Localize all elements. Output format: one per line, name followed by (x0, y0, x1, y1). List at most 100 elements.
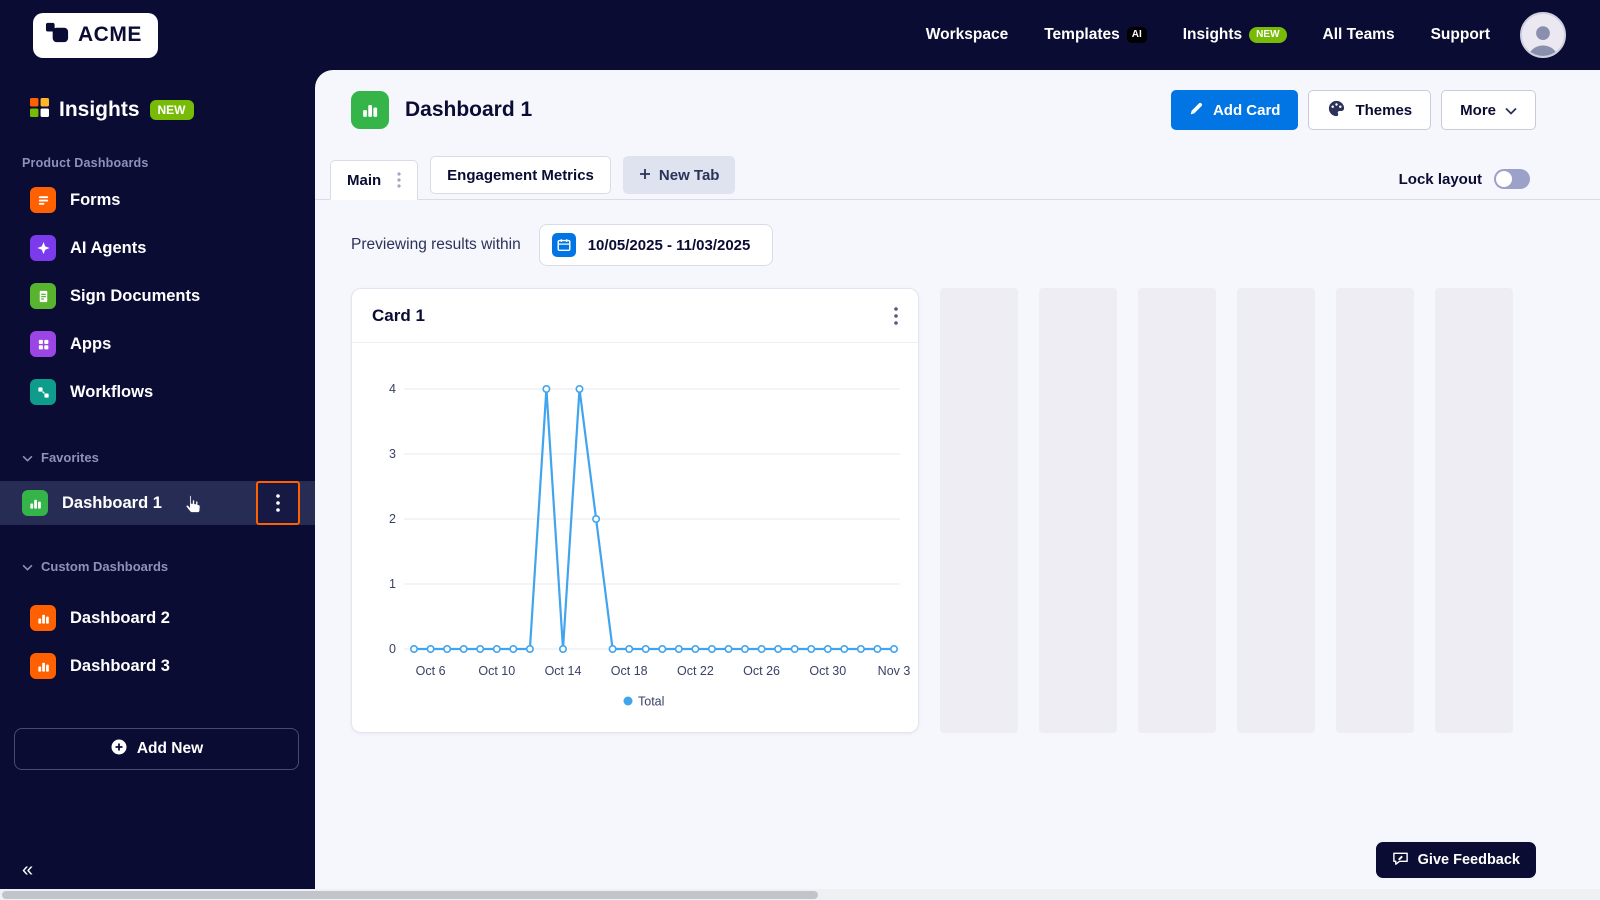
sidebar-app-title: Insights (59, 98, 140, 121)
horizontal-scrollbar-thumb[interactable] (2, 890, 818, 899)
cursor-pointer (182, 493, 203, 521)
main-panel: Dashboard 1 Add Card Themes More Main En… (315, 70, 1600, 900)
sidebar-item-dashboard-3[interactable]: Dashboard 3 (0, 642, 315, 690)
new-tab-button[interactable]: New Tab (622, 156, 736, 194)
dashboard-icon (351, 91, 389, 129)
svg-text:Oct 6: Oct 6 (416, 664, 446, 678)
new-badge: NEW (1249, 27, 1287, 43)
line-chart: 0 1 2 3 4 Oct 6 Oct 10 Oct 14 Oct 18 Oct 22 Oct 26… (352, 343, 918, 732)
lock-layout-label: Lock layout (1398, 170, 1482, 188)
user-avatar[interactable] (1520, 12, 1566, 58)
tab-engagement-metrics[interactable]: Engagement Metrics (430, 156, 611, 194)
svg-text:Oct 26: Oct 26 (743, 664, 780, 678)
logo-text: ACME (78, 23, 142, 46)
insights-logo-icon (30, 98, 49, 122)
add-new-button[interactable]: Add New (14, 728, 299, 770)
svg-text:Oct 14: Oct 14 (545, 664, 582, 678)
header-actions: Add Card Themes More (1170, 90, 1536, 130)
dashboard-grid: Card 1 0 1 2 3 4 Oct 6 Oct 10 Oct 14 Oct 18 Oct 2… (351, 288, 1536, 733)
sign-documents-icon (30, 283, 56, 309)
calendar-icon (551, 233, 576, 257)
nav-workspace[interactable]: Workspace (926, 26, 1008, 44)
sidebar-new-badge: NEW (149, 100, 194, 120)
svg-text:Oct 18: Oct 18 (611, 664, 648, 678)
preview-label: Previewing results within (351, 236, 521, 253)
tab-main[interactable]: Main (330, 160, 419, 200)
sidebar-item-ai-agents[interactable]: AI Agents (0, 224, 315, 272)
forms-icon (30, 187, 56, 213)
pen-icon (1189, 101, 1204, 120)
sidebar-item-apps[interactable]: Apps (0, 320, 315, 368)
date-range-picker[interactable]: 10/05/2025 - 11/03/2025 (538, 224, 774, 266)
dashboard-1-icon (22, 490, 48, 516)
svg-text:Oct 22: Oct 22 (677, 664, 714, 678)
plus-icon (639, 167, 651, 184)
dashboard-1-menu-button[interactable] (256, 481, 300, 525)
card-title: Card 1 (372, 305, 425, 325)
sidebar-item-dashboard-2[interactable]: Dashboard 2 (0, 594, 315, 642)
chevron-down-icon (22, 450, 33, 465)
svg-text:Total: Total (638, 695, 664, 709)
nav-templates[interactable]: Templates AI (1044, 26, 1147, 44)
nav-support[interactable]: Support (1431, 26, 1490, 44)
svg-text:Oct 30: Oct 30 (809, 664, 846, 678)
favorites-header[interactable]: Favorites (22, 450, 315, 465)
preview-row: Previewing results within 10/05/2025 - 1… (315, 200, 1600, 266)
give-feedback-button[interactable]: Give Feedback (1375, 842, 1536, 878)
apps-icon (30, 331, 56, 357)
chevron-down-icon (1505, 102, 1517, 119)
svg-text:Nov 3: Nov 3 (878, 664, 911, 678)
sidebar-item-dashboard-1[interactable]: Dashboard 1 (0, 481, 315, 525)
sidebar: Insights NEW Product Dashboards Forms AI… (0, 70, 315, 900)
svg-text:2: 2 (389, 512, 396, 526)
date-range-value: 10/05/2025 - 11/03/2025 (587, 236, 751, 254)
grid-placeholder-column (940, 288, 1018, 733)
svg-text:0: 0 (389, 642, 396, 656)
top-navigation: Workspace Templates AI Insights NEW All … (926, 26, 1490, 44)
sidebar-item-workflows[interactable]: Workflows (0, 368, 315, 416)
sidebar-item-forms[interactable]: Forms (0, 176, 315, 224)
page-title: Dashboard 1 (405, 98, 533, 121)
tab-bar: Main Engagement Metrics New Tab Lock lay… (315, 156, 1600, 200)
dashboard-2-icon (30, 605, 56, 631)
product-dashboards-label: Product Dashboards (22, 156, 149, 170)
toggle-knob (1496, 171, 1512, 187)
palette-icon (1327, 99, 1346, 122)
horizontal-scrollbar-track[interactable] (0, 889, 1600, 900)
more-button[interactable]: More (1441, 90, 1536, 130)
svg-text:1: 1 (389, 577, 396, 591)
svg-text:Oct 10: Oct 10 (478, 664, 515, 678)
tab-menu-icon[interactable] (397, 172, 401, 188)
feedback-bubble-icon (1392, 850, 1409, 871)
nav-insights[interactable]: Insights NEW (1183, 26, 1287, 44)
grid-placeholder-column (1237, 288, 1315, 733)
themes-button[interactable]: Themes (1308, 90, 1432, 130)
acme-logo-icon (45, 20, 70, 50)
svg-text:4: 4 (389, 382, 396, 396)
chevron-down-icon (22, 559, 33, 574)
acme-logo[interactable]: ACME (33, 12, 158, 58)
lock-layout-toggle[interactable] (1494, 169, 1530, 189)
grid-placeholder-column (1435, 288, 1513, 733)
card-1[interactable]: Card 1 0 1 2 3 4 Oct 6 Oct 10 Oct 14 Oct 18 Oct 2… (351, 288, 919, 733)
grid-placeholder-column (1138, 288, 1216, 733)
add-card-button[interactable]: Add Card (1170, 90, 1299, 130)
ai-badge: AI (1126, 27, 1147, 43)
grid-placeholder-column (1336, 288, 1414, 733)
custom-dashboards-header[interactable]: Custom Dashboards (22, 559, 315, 574)
ai-agents-icon (30, 235, 56, 261)
sidebar-app-title-row: Insights NEW (30, 98, 315, 122)
plus-circle-icon (110, 738, 128, 761)
topbar: ACME Workspace Templates AI Insights NEW… (0, 0, 1600, 70)
card-menu-button[interactable] (894, 306, 898, 325)
custom-dashboards-list: Dashboard 2 Dashboard 3 (0, 594, 315, 690)
collapse-sidebar-button[interactable]: « (22, 859, 33, 882)
dashboard-3-icon (30, 653, 56, 679)
dashboard-header: Dashboard 1 Add Card Themes More (315, 70, 1600, 130)
sidebar-item-sign-documents[interactable]: Sign Documents (0, 272, 315, 320)
grid-placeholder-column (1039, 288, 1117, 733)
lock-layout-area: Lock layout (1399, 169, 1530, 189)
nav-all-teams[interactable]: All Teams (1323, 26, 1395, 44)
card-header: Card 1 (352, 289, 918, 343)
chart-svg: 0 1 2 3 4 Oct 6 Oct 10 Oct 14 Oct 18 Oct 22 Oct 26… (389, 382, 911, 709)
